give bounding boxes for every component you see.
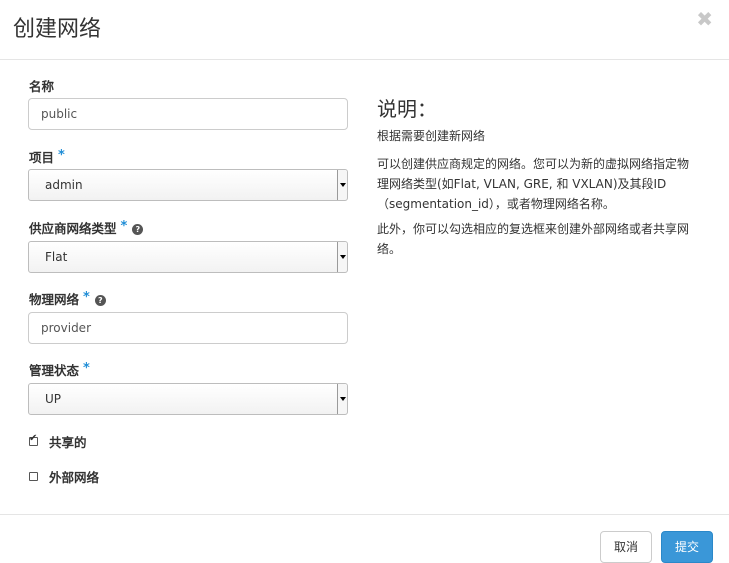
caret-down-icon xyxy=(337,242,347,272)
caret-down-icon xyxy=(337,384,347,414)
shared-checkbox[interactable] xyxy=(29,433,38,446)
dialog-header: 创建网络 ✖ xyxy=(0,0,729,60)
admin-state-select[interactable]: UP xyxy=(28,383,348,415)
question-circle-icon[interactable]: ? xyxy=(132,224,144,235)
required-marker: * xyxy=(120,219,128,234)
physical-network-input[interactable]: provider xyxy=(28,312,348,344)
provider-type-select-value: Flat xyxy=(45,250,68,264)
description-paragraph: 可以创建供应商规定的网络。您可以为新的虚拟网络指定物理网络类型(如Flat, V… xyxy=(377,157,690,211)
project-select[interactable]: admin xyxy=(28,169,348,201)
shared-checkbox-row[interactable]: 共享的 xyxy=(29,432,87,451)
external-checkbox-row[interactable]: 外部网络 xyxy=(29,467,99,486)
required-marker: * xyxy=(83,361,90,376)
external-checkbox[interactable] xyxy=(29,472,38,481)
close-icon[interactable]: ✖ xyxy=(696,7,713,31)
dialog-footer: 取消 提交 xyxy=(0,514,729,563)
project-label: 项目 * xyxy=(29,148,65,165)
create-network-dialog: 创建网络 ✖ 名称 public 项目 * admin 供应商网络类型 *? Fla… xyxy=(0,0,729,563)
admin-state-label: 管理状态 * xyxy=(29,361,90,378)
dialog-title: 创建网络 xyxy=(13,17,102,42)
required-marker: * xyxy=(58,148,65,163)
external-checkbox-label: 外部网络 xyxy=(49,470,100,485)
name-label: 名称 xyxy=(29,79,55,94)
provider-type-select[interactable]: Flat xyxy=(28,241,348,273)
description-title: 说明： xyxy=(377,97,437,121)
project-select-value: admin xyxy=(45,178,83,192)
description-paragraph: 根据需要创建新网络 xyxy=(377,129,486,143)
description-paragraph: 此外，你可以勾选相应的复选框来创建外部网络或者共享网络。 xyxy=(377,222,690,256)
admin-state-select-value: UP xyxy=(45,392,62,406)
physical-network-label: 物理网络 *? xyxy=(29,289,106,308)
name-input[interactable]: public xyxy=(28,98,348,130)
required-marker: * xyxy=(83,290,90,305)
submit-button[interactable]: 提交 xyxy=(661,531,713,563)
cancel-button[interactable]: 取消 xyxy=(600,531,652,563)
shared-checkbox-label: 共享的 xyxy=(49,435,87,450)
caret-down-icon xyxy=(337,170,347,200)
provider-type-label: 供应商网络类型 *? xyxy=(29,218,144,237)
question-circle-icon[interactable]: ? xyxy=(94,295,106,306)
